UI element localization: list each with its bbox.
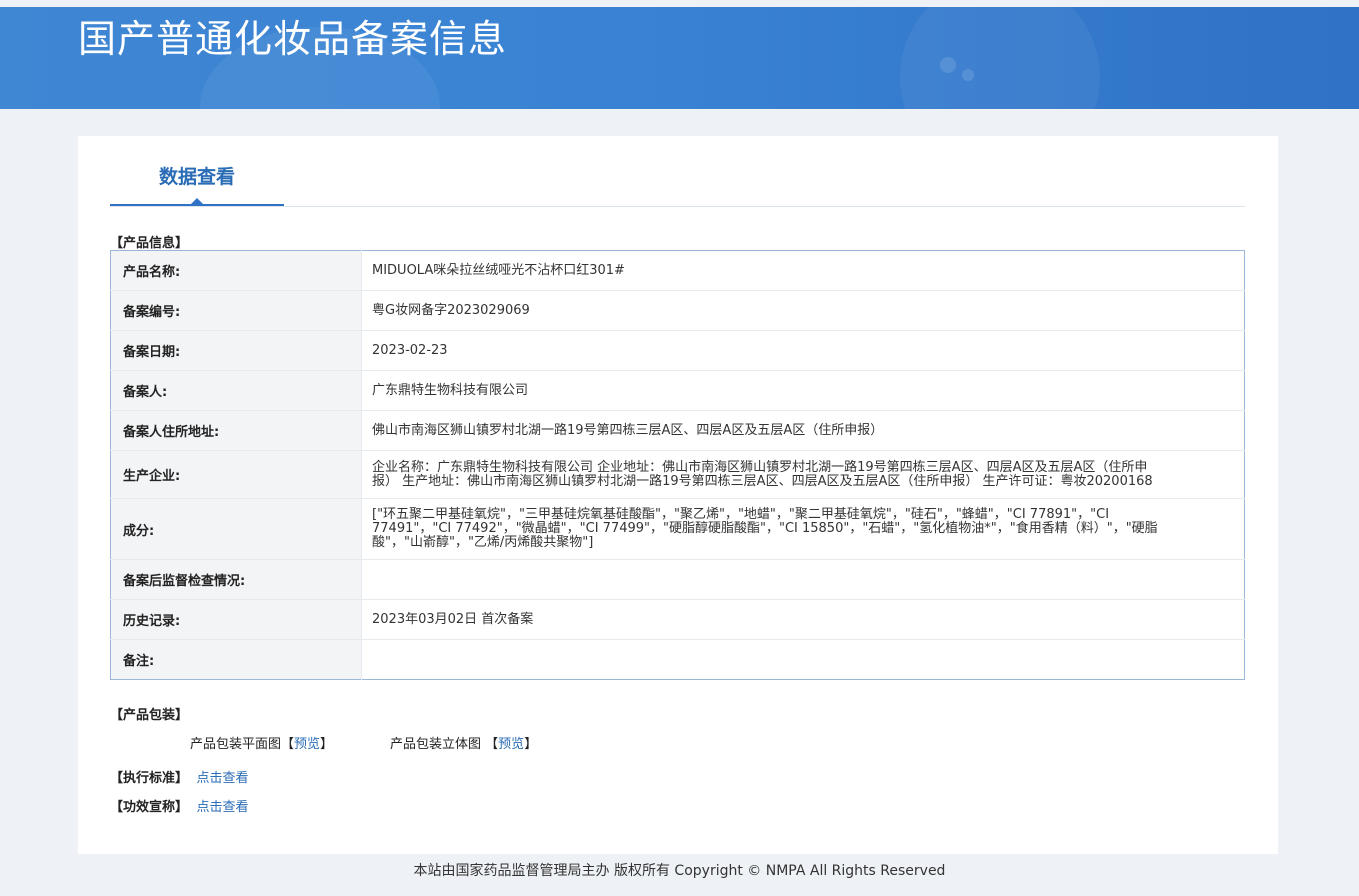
table-row: 备案编号: 粤G妆网备字2023029069 — [110, 290, 1245, 331]
standard-label: 【执行标准】 — [110, 771, 189, 786]
banner-decoration — [962, 69, 974, 81]
row-value — [361, 559, 1245, 600]
packaging-3d-label: 产品包装立体图 — [390, 737, 482, 752]
row-value: 广东鼎特生物科技有限公司 — [361, 370, 1245, 411]
row-key: 成分: — [110, 498, 362, 560]
table-row: 备案人住所地址: 佛山市南海区狮山镇罗村北湖一路19号第四栋三层A区、四层A区及… — [110, 410, 1245, 451]
row-key: 备注: — [110, 639, 362, 680]
bracket: 】 — [320, 737, 334, 752]
row-value: 粤G妆网备字2023029069 — [361, 290, 1245, 331]
row-value: 2023年03月02日 首次备案 — [361, 599, 1245, 640]
top-strip — [0, 0, 1359, 7]
bracket: 】 — [524, 737, 538, 752]
packaging-flat-row: 产品包装平面图【预览】 — [190, 733, 333, 752]
row-value: ["环五聚二甲基硅氧烷"，"三甲基硅烷氧基硅酸酯"，"聚乙烯"，"地蜡"，"聚二… — [361, 498, 1245, 560]
footer-copyright: 本站由国家药品监督管理局主办 版权所有 Copyright © NMPA All… — [413, 863, 946, 879]
banner-decoration — [900, 7, 1100, 109]
row-key: 历史记录: — [110, 599, 362, 640]
preview-flat-link[interactable]: 预览 — [294, 737, 320, 752]
product-info-table: 产品名称: MIDUOLA咪朵拉丝绒哑光不沾杯口红301# 备案编号: 粤G妆网… — [110, 250, 1245, 680]
table-row: 产品名称: MIDUOLA咪朵拉丝绒哑光不沾杯口红301# — [110, 250, 1245, 291]
bracket: 【 — [485, 737, 499, 752]
packaging-flat-label: 产品包装平面图 — [190, 737, 282, 752]
page-title: 国产普通化妆品备案信息 — [78, 17, 508, 61]
packaging-3d-row: 产品包装立体图 【预览】 — [390, 733, 537, 752]
tab-active-caret-icon — [191, 198, 203, 204]
row-key: 备案人: — [110, 370, 362, 411]
table-row: 生产企业: 企业名称：广东鼎特生物科技有限公司 企业地址：佛山市南海区狮山镇罗村… — [110, 450, 1245, 499]
table-row: 备案日期: 2023-02-23 — [110, 330, 1245, 371]
table-row: 备案人: 广东鼎特生物科技有限公司 — [110, 370, 1245, 411]
bracket: 【 — [281, 737, 295, 752]
efficacy-row: 【功效宣称】 点击查看 — [110, 796, 249, 815]
standard-row: 【执行标准】 点击查看 — [110, 767, 249, 786]
efficacy-view-link[interactable]: 点击查看 — [197, 800, 249, 815]
row-value: 企业名称：广东鼎特生物科技有限公司 企业地址：佛山市南海区狮山镇罗村北湖一路19… — [361, 450, 1245, 499]
row-key: 备案人住所地址: — [110, 410, 362, 451]
header-banner: 国产普通化妆品备案信息 — [0, 7, 1359, 109]
product-info-label: 【产品信息】 — [110, 236, 189, 251]
row-key: 备案编号: — [110, 290, 362, 331]
row-key: 生产企业: — [110, 450, 362, 499]
row-value: MIDUOLA咪朵拉丝绒哑光不沾杯口红301# — [361, 250, 1245, 291]
row-key: 产品名称: — [110, 250, 362, 291]
standard-view-link[interactable]: 点击查看 — [197, 771, 249, 786]
banner-decoration — [940, 57, 956, 73]
table-row: 历史记录: 2023年03月02日 首次备案 — [110, 599, 1245, 640]
tab-bar: 数据查看 — [110, 160, 1245, 207]
row-key: 备案日期: — [110, 330, 362, 371]
content-card: 数据查看 【产品信息】 产品名称: MIDUOLA咪朵拉丝绒哑光不沾杯口红301… — [78, 136, 1278, 854]
row-value — [362, 640, 1245, 680]
preview-3d-link[interactable]: 预览 — [498, 737, 524, 752]
table-row: 备注: — [110, 639, 1245, 680]
row-key: 备案后监督检查情况: — [110, 559, 362, 600]
table-row: 备案后监督检查情况: — [110, 559, 1245, 600]
row-value: 佛山市南海区狮山镇罗村北湖一路19号第四栋三层A区、四层A区及五层A区（住所申报… — [361, 410, 1245, 451]
row-value: 2023-02-23 — [361, 330, 1245, 371]
packaging-label: 【产品包装】 — [110, 708, 189, 723]
efficacy-label: 【功效宣称】 — [110, 800, 189, 815]
table-row: 成分: ["环五聚二甲基硅氧烷"，"三甲基硅烷氧基硅酸酯"，"聚乙烯"，"地蜡"… — [110, 498, 1245, 560]
